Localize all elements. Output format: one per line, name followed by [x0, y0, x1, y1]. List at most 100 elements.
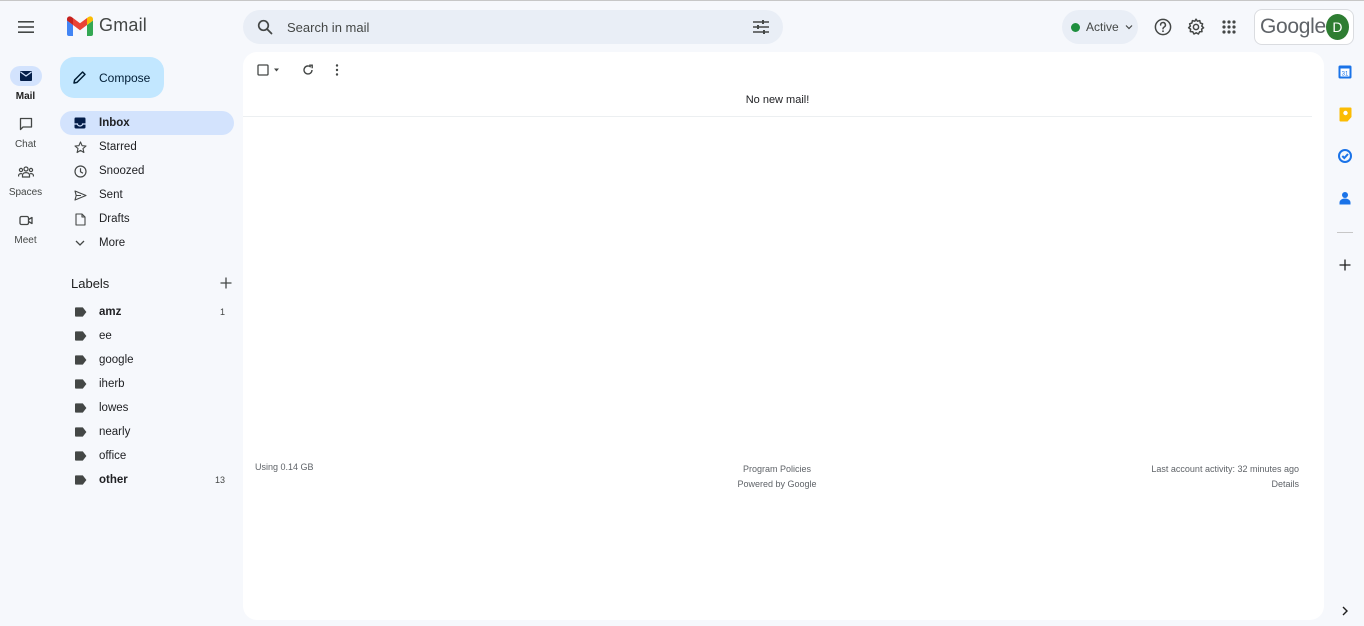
- add-label-icon[interactable]: [218, 275, 234, 291]
- label-name: iherb: [99, 378, 125, 390]
- add-icon[interactable]: [1333, 253, 1357, 277]
- nav-item-drafts[interactable]: Drafts: [60, 207, 234, 231]
- account-button[interactable]: Google D: [1254, 9, 1354, 45]
- rail-label-mail: Mail: [15, 91, 36, 102]
- checkbox-icon: [257, 64, 279, 76]
- label-name: amz: [99, 306, 122, 318]
- gmail-logo-text: Gmail: [99, 15, 148, 35]
- google-wordmark: Google: [1260, 15, 1326, 38]
- mail-icon: [9, 66, 42, 86]
- rail-label-chat: Chat: [14, 139, 37, 150]
- label-tag-icon: [72, 472, 88, 488]
- hamburger-menu-icon: [18, 21, 34, 33]
- label-item-lowes[interactable]: lowes: [60, 396, 234, 420]
- select-all-checkbox[interactable]: [255, 61, 283, 79]
- apps-button[interactable]: [1213, 11, 1245, 43]
- search-input[interactable]: [287, 19, 751, 35]
- nav-item-snoozed[interactable]: Snoozed: [60, 159, 234, 183]
- search-icon[interactable]: [255, 17, 275, 37]
- mail-list-panel: No new mail! Using 0.14 GB Program Polic…: [243, 52, 1324, 620]
- more-options-button[interactable]: [329, 61, 345, 79]
- label-item-google[interactable]: google: [60, 348, 234, 372]
- draft-icon: [72, 211, 88, 227]
- gear-icon: [1187, 18, 1205, 35]
- label-item-office[interactable]: office: [60, 444, 234, 468]
- footer-center: Program Policies Powered by Google: [677, 462, 877, 492]
- help-button[interactable]: [1147, 11, 1179, 43]
- rail-item-chat[interactable]: Chat: [0, 114, 51, 150]
- avatar: D: [1325, 14, 1349, 40]
- labels-header: Labels: [71, 275, 234, 291]
- rail-item-mail[interactable]: Mail: [0, 66, 51, 102]
- powered-by-text: Powered by Google: [737, 479, 817, 489]
- app-rail: Mail Chat Spaces Meet: [0, 51, 51, 626]
- tasks-icon[interactable]: [1333, 144, 1357, 168]
- rail-item-spaces[interactable]: Spaces: [0, 162, 51, 198]
- svg-text:31: 31: [1342, 71, 1349, 77]
- nav-label-inbox: Inbox: [99, 117, 130, 129]
- chevron-down-icon: [72, 235, 88, 251]
- expand-panel-icon[interactable]: [1333, 599, 1357, 623]
- refresh-button[interactable]: [299, 61, 317, 79]
- details-link[interactable]: Details: [1151, 477, 1299, 492]
- nav-item-starred[interactable]: Starred: [60, 135, 234, 159]
- main-menu-button[interactable]: [10, 11, 42, 43]
- nav-item-sent[interactable]: Sent: [60, 183, 234, 207]
- keep-icon[interactable]: [1333, 102, 1357, 126]
- label-item-iherb[interactable]: iherb: [60, 372, 234, 396]
- storage-usage: Using 0.14 GB: [255, 462, 314, 472]
- program-policies-link[interactable]: Program Policies: [677, 462, 877, 477]
- compose-label: Compose: [99, 70, 151, 85]
- label-item-ee[interactable]: ee: [60, 324, 234, 348]
- settings-button[interactable]: [1180, 11, 1212, 43]
- nav-label-more: More: [99, 237, 126, 249]
- label-name: other: [99, 474, 128, 486]
- more-vert-icon: [335, 64, 339, 76]
- status-dot-icon: [1071, 22, 1080, 32]
- status-selector[interactable]: Active: [1062, 10, 1138, 44]
- chevron-down-icon: [1125, 25, 1133, 30]
- list-divider: [243, 116, 1312, 117]
- label-name: nearly: [99, 426, 131, 438]
- label-tag-icon: [72, 424, 88, 440]
- empty-inbox-message: No new mail!: [745, 94, 810, 106]
- label-count: 1: [219, 307, 225, 317]
- label-name: google: [99, 354, 134, 366]
- refresh-icon: [303, 64, 313, 75]
- footer-right: Last account activity: 32 minutes ago De…: [1151, 462, 1299, 492]
- chat-icon: [10, 114, 42, 134]
- search-bar[interactable]: [243, 10, 783, 44]
- gmail-logo[interactable]: Gmail: [67, 15, 147, 36]
- compose-button[interactable]: Compose: [60, 57, 164, 98]
- spaces-icon: [10, 162, 42, 182]
- labels-title: Labels: [71, 275, 110, 291]
- pencil-icon: [73, 71, 86, 84]
- label-tag-icon: [72, 328, 88, 344]
- label-tag-icon: [72, 400, 88, 416]
- nav-label-sent: Sent: [99, 189, 123, 201]
- clock-icon: [72, 163, 88, 179]
- label-name: ee: [99, 330, 112, 342]
- label-count: 13: [214, 475, 225, 485]
- meet-icon: [10, 210, 42, 230]
- apps-grid-icon: [1222, 20, 1236, 34]
- label-tag-icon: [72, 352, 88, 368]
- label-tag-icon: [72, 376, 88, 392]
- calendar-icon[interactable]: 31: [1333, 60, 1357, 84]
- label-item-nearly[interactable]: nearly: [60, 420, 234, 444]
- label-tag-icon: [72, 304, 88, 320]
- rail-label-spaces: Spaces: [8, 187, 43, 198]
- label-item-amz[interactable]: amz 1: [60, 300, 234, 324]
- inbox-icon: [72, 115, 88, 131]
- side-panel-divider: [1337, 232, 1353, 233]
- rail-label-meet: Meet: [14, 235, 37, 246]
- contacts-icon[interactable]: [1333, 186, 1357, 210]
- nav-label-starred: Starred: [99, 141, 137, 153]
- nav-label-snoozed: Snoozed: [99, 165, 145, 177]
- nav-item-more[interactable]: More: [60, 231, 234, 255]
- nav-item-inbox[interactable]: Inbox: [60, 111, 234, 135]
- label-item-other[interactable]: other 13: [60, 468, 234, 492]
- search-options-icon[interactable]: [751, 17, 771, 37]
- rail-item-meet[interactable]: Meet: [0, 210, 51, 246]
- nav-label-drafts: Drafts: [99, 213, 130, 225]
